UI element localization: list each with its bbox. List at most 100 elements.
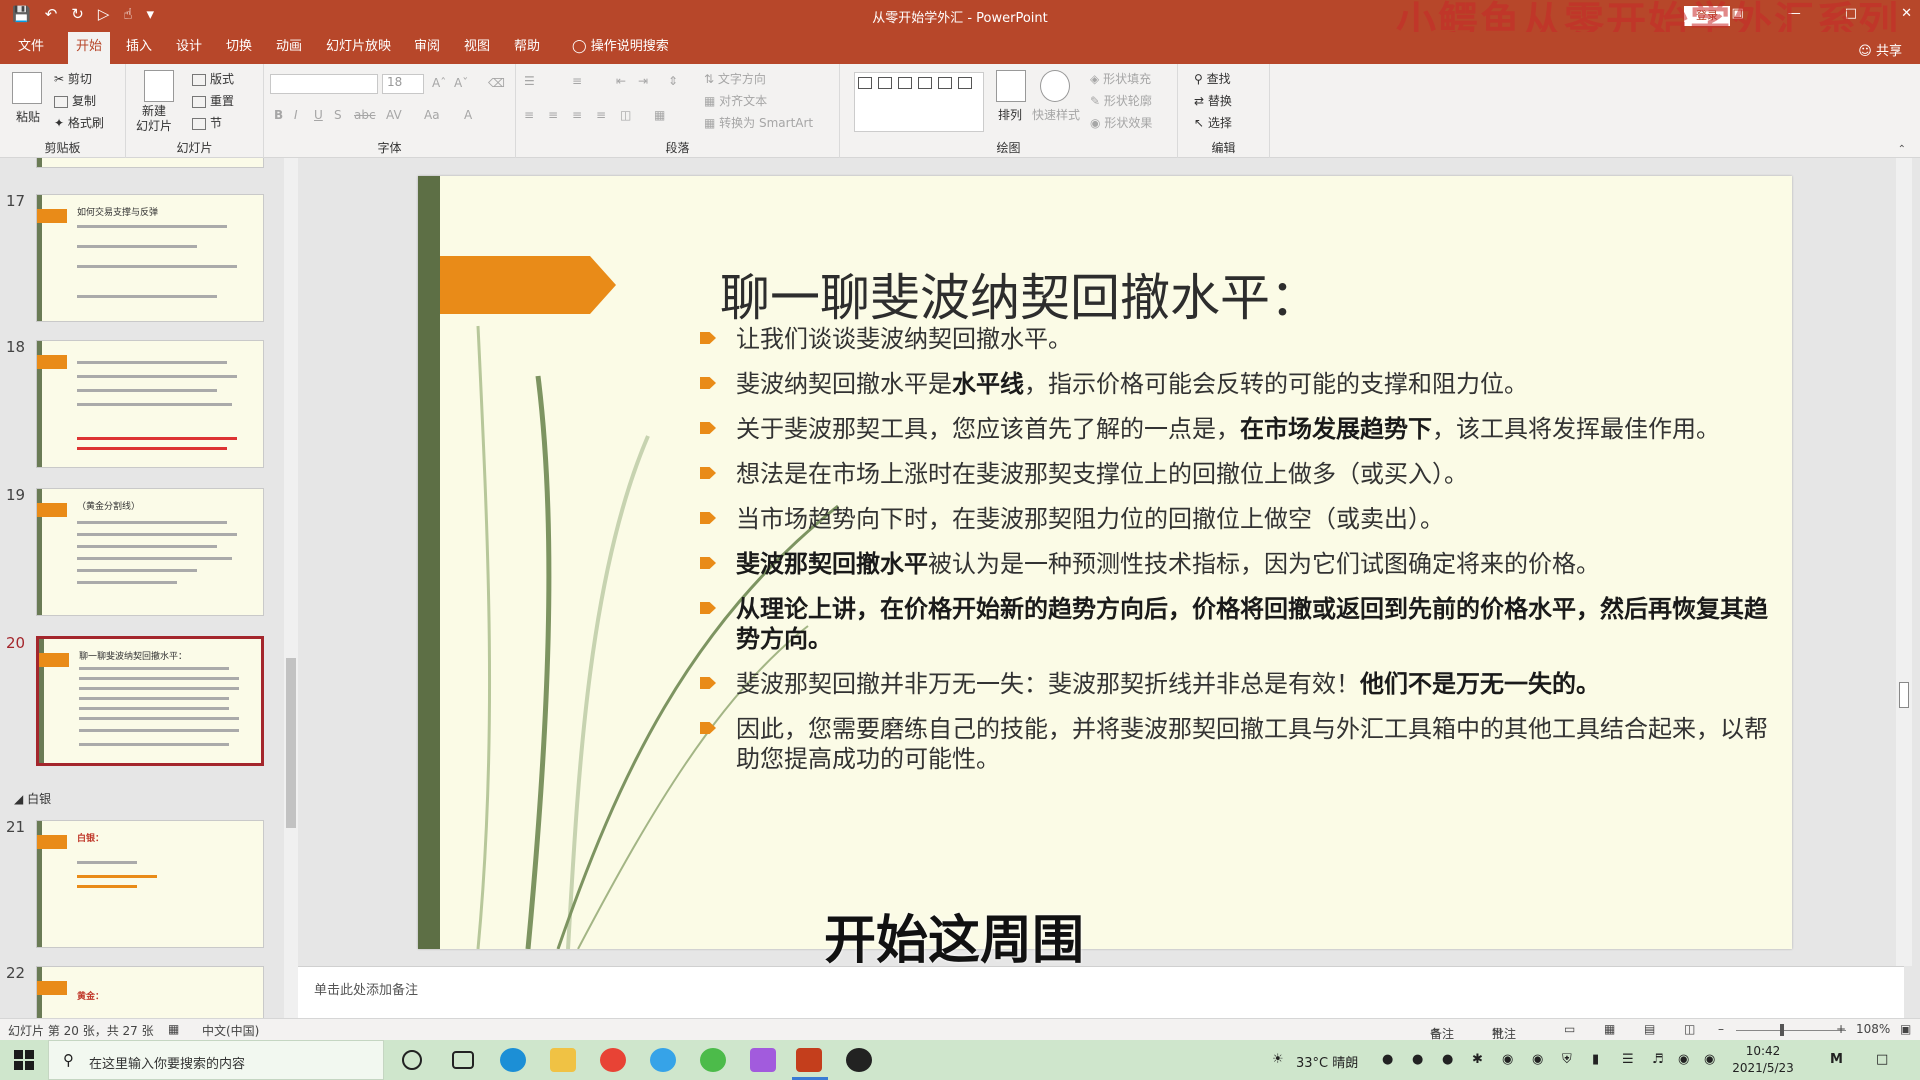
obs-icon[interactable] [846, 1048, 872, 1072]
slide-thumbnail-19[interactable]: （黄金分割线） [36, 488, 264, 616]
shape-effects-button[interactable]: ◉ 形状效果 [1090, 114, 1152, 131]
tab-review[interactable]: 审阅 [406, 32, 448, 64]
slide-scrollbar[interactable] [1896, 158, 1912, 966]
smartart-button[interactable]: ▦ 转换为 SmartArt [704, 114, 813, 131]
weather-icon[interactable]: ☀ [1272, 1052, 1284, 1067]
align-center-icon[interactable]: ≡ [548, 108, 558, 122]
file-explorer-icon[interactable] [550, 1048, 576, 1072]
app-icon[interactable] [750, 1048, 776, 1072]
arrange-button[interactable]: 排列 [998, 106, 1022, 123]
tab-file[interactable]: 文件 [10, 32, 52, 64]
align-text-button[interactable]: ▦ 对齐文本 [704, 92, 767, 109]
grow-font-icon[interactable]: Aˆ [432, 76, 446, 90]
thumbnail-scrollbar[interactable] [284, 158, 298, 1018]
paste-icon[interactable] [12, 72, 42, 104]
chrome-icon[interactable] [600, 1048, 626, 1072]
slide-thumbnail-21[interactable]: 白银： [36, 820, 264, 948]
numbering-icon[interactable]: ≡ [572, 74, 582, 88]
tab-home[interactable]: 开始 [68, 32, 111, 64]
tab-view[interactable]: 视图 [456, 32, 498, 64]
notes-pane[interactable]: 单击此处添加备注 [298, 966, 1904, 1018]
browser-icon[interactable] [650, 1048, 676, 1072]
tab-help[interactable]: 帮助 [506, 32, 548, 64]
slideshow-icon[interactable]: ◫ [1684, 1022, 1695, 1036]
slide-sorter-icon[interactable]: ▦ [1604, 1022, 1615, 1036]
align-left-icon[interactable]: ≡ [524, 108, 534, 122]
underline-icon[interactable]: U [314, 108, 323, 122]
shape-icon[interactable] [958, 77, 972, 89]
slide-title[interactable]: 聊一聊斐波纳契回撤水平： [720, 258, 1320, 330]
zoom-level[interactable]: 108% [1856, 1022, 1890, 1036]
normal-view-icon[interactable]: ▭ [1564, 1022, 1575, 1036]
shape-icon[interactable] [898, 77, 912, 89]
decrease-indent-icon[interactable]: ⇤ [616, 74, 626, 88]
accessibility-icon[interactable]: ▦ [168, 1022, 179, 1036]
reset-button[interactable]: 重置 [192, 92, 234, 109]
notes-placeholder[interactable]: 单击此处添加备注 [314, 979, 418, 998]
find-button[interactable]: ⚲ 查找 [1194, 70, 1231, 87]
ime-icon[interactable]: ◉ [1678, 1052, 1689, 1067]
tab-design[interactable]: 设计 [168, 32, 210, 64]
shapes-gallery[interactable] [854, 72, 984, 132]
powerpoint-icon[interactable] [796, 1048, 822, 1072]
input-method-icon[interactable]: ◉ [1704, 1052, 1715, 1067]
change-case-icon[interactable]: Aa [424, 108, 440, 122]
quick-styles-button[interactable]: 快速样式 [1032, 106, 1080, 123]
text-direction-button[interactable]: ⇅ 文字方向 [704, 70, 766, 87]
shape-fill-button[interactable]: ◈ 形状填充 [1090, 70, 1151, 87]
paste-button[interactable]: 粘贴 [16, 108, 40, 125]
shape-icon[interactable] [918, 77, 932, 89]
zoom-in-icon[interactable]: + [1836, 1022, 1846, 1036]
justify-icon[interactable]: ≡ [596, 108, 606, 122]
new-slide-button[interactable]: 新建 幻灯片 [136, 104, 172, 134]
zoom-slider-thumb[interactable] [1780, 1024, 1784, 1036]
replace-button[interactable]: ⇄ 替换 [1194, 92, 1232, 109]
weather-text[interactable]: 33°C 晴朗 [1296, 1052, 1358, 1071]
char-spacing-icon[interactable]: AV [386, 108, 402, 122]
new-slide-icon[interactable] [144, 70, 174, 102]
font-name-input[interactable] [270, 74, 378, 94]
shape-icon[interactable] [878, 77, 892, 89]
current-slide[interactable]: 聊一聊斐波纳契回撤水平： 让我们谈谈斐波纳契回撤水平。 斐波纳契回撤水平是水平线… [418, 176, 1792, 949]
cut-button[interactable]: ✂ 剪切 [54, 70, 92, 87]
task-view-icon[interactable] [452, 1051, 474, 1069]
section-button[interactable]: 节 [192, 114, 222, 131]
increase-indent-icon[interactable]: ⇥ [638, 74, 648, 88]
arrange-icon[interactable] [996, 70, 1026, 102]
strikethrough-icon[interactable]: abc [354, 108, 376, 122]
collapse-ribbon-icon[interactable]: ⌃ [1898, 144, 1906, 155]
slide-thumbnail-16[interactable] [36, 158, 264, 168]
line-spacing-icon[interactable]: ⇕ [668, 74, 678, 88]
volume-icon[interactable]: ♬ [1652, 1052, 1664, 1067]
copy-button[interactable]: 复制 [54, 92, 96, 109]
tray-icon[interactable]: ● [1412, 1052, 1423, 1067]
slide-thumbnail-18[interactable] [36, 340, 264, 468]
taskbar-search[interactable]: ⚲ 在这里输入你要搜索的内容 [48, 1040, 384, 1080]
zoom-slider[interactable] [1736, 1030, 1846, 1031]
edge-icon[interactable] [500, 1048, 526, 1072]
wifi-icon[interactable]: ☰ [1622, 1052, 1634, 1067]
italic-icon[interactable]: I [294, 108, 298, 122]
bold-icon[interactable]: B [274, 108, 283, 122]
slide-bullet-list[interactable]: 让我们谈谈斐波纳契回撤水平。 斐波纳契回撤水平是水平线，指示价格可能会反转的可能… [700, 324, 1780, 789]
text-box-align-icon[interactable]: ▦ [654, 108, 665, 122]
tab-slideshow[interactable]: 幻灯片放映 [318, 32, 399, 64]
slide-thumbnail-20[interactable]: 聊一聊斐波纳契回撤水平： [36, 636, 264, 766]
tray-icon[interactable]: ● [1442, 1052, 1453, 1067]
zoom-out-icon[interactable]: – [1718, 1022, 1724, 1036]
close-icon[interactable]: ✕ [1901, 6, 1912, 21]
tray-icon[interactable]: ● [1382, 1052, 1393, 1067]
format-painter-button[interactable]: ✦ 格式刷 [54, 114, 104, 131]
app-icon[interactable]: M [1830, 1052, 1843, 1067]
tray-icon[interactable]: ◉ [1502, 1052, 1513, 1067]
wechat-icon[interactable] [700, 1048, 726, 1072]
align-right-icon[interactable]: ≡ [572, 108, 582, 122]
share-button[interactable]: ☺ 共享 [1858, 40, 1902, 59]
tab-transitions[interactable]: 切换 [218, 32, 260, 64]
columns-icon[interactable]: ◫ [620, 108, 631, 122]
section-header[interactable]: ◢ 白银 [14, 790, 51, 807]
select-button[interactable]: ↖ 选择 [1194, 114, 1232, 131]
scrollbar-thumb[interactable] [1899, 682, 1909, 708]
bullets-icon[interactable]: ☰ [524, 74, 535, 88]
scrollbar-thumb[interactable] [286, 658, 296, 828]
